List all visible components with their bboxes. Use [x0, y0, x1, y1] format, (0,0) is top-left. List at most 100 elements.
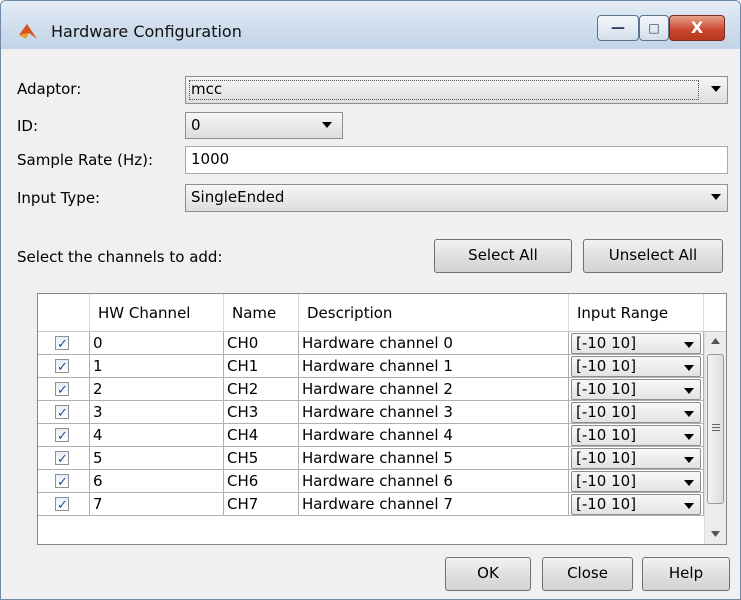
- adaptor-label: Adaptor:: [17, 80, 82, 98]
- select-cell[interactable]: ✓: [38, 332, 90, 355]
- name-cell[interactable]: CH2: [224, 378, 299, 401]
- chevron-down-icon: [711, 194, 721, 200]
- name-cell[interactable]: CH1: [224, 355, 299, 378]
- description-cell[interactable]: Hardware channel 7: [299, 493, 569, 516]
- adaptor-dropdown[interactable]: mcc: [185, 76, 728, 104]
- table-vertical-scrollbar[interactable]: [704, 332, 726, 544]
- focus-rectangle: [189, 80, 699, 100]
- row-checkbox[interactable]: ✓: [55, 451, 69, 467]
- column-header-name[interactable]: Name: [224, 294, 299, 332]
- name-cell[interactable]: CH3: [224, 401, 299, 424]
- table-row[interactable]: ✓ 2 CH2 Hardware channel 2 [-10 10]: [38, 378, 704, 401]
- grip-icon: [712, 424, 720, 431]
- input-range-dropdown[interactable]: [-10 10]: [571, 379, 701, 400]
- close-window-button[interactable]: X: [669, 15, 725, 41]
- row-checkbox[interactable]: ✓: [55, 382, 69, 398]
- input-range-dropdown[interactable]: [-10 10]: [571, 425, 701, 446]
- scrollbar-thumb[interactable]: [707, 354, 724, 504]
- help-button[interactable]: Help: [642, 557, 730, 591]
- input-range-dropdown[interactable]: [-10 10]: [571, 356, 701, 377]
- chevron-down-icon: [322, 122, 332, 128]
- row-checkbox[interactable]: ✓: [55, 474, 69, 490]
- select-cell[interactable]: ✓: [38, 401, 90, 424]
- check-icon: ✓: [57, 337, 68, 352]
- table-row[interactable]: ✓ 3 CH3 Hardware channel 3 [-10 10]: [38, 401, 704, 424]
- table-row[interactable]: ✓ 4 CH4 Hardware channel 4 [-10 10]: [38, 424, 704, 447]
- table-row[interactable]: ✓ 0 CH0 Hardware channel 0 [-10 10]: [38, 332, 704, 355]
- select-cell[interactable]: ✓: [38, 447, 90, 470]
- row-checkbox[interactable]: ✓: [55, 336, 69, 352]
- table-row[interactable]: ✓ 6 CH6 Hardware channel 6 [-10 10]: [38, 470, 704, 493]
- channel-table[interactable]: HW Channel Name Description Input Range …: [37, 293, 727, 545]
- id-dropdown[interactable]: 0: [185, 112, 343, 139]
- chevron-down-icon: [684, 434, 694, 440]
- header-filler: [704, 294, 726, 332]
- description-cell[interactable]: Hardware channel 3: [299, 401, 569, 424]
- select-cell[interactable]: ✓: [38, 470, 90, 493]
- description-cell[interactable]: Hardware channel 1: [299, 355, 569, 378]
- hw-channel-cell: 1: [90, 355, 224, 378]
- minimize-button[interactable]: —: [597, 15, 639, 41]
- scroll-up-icon[interactable]: [711, 338, 720, 344]
- column-header-description[interactable]: Description: [299, 294, 569, 332]
- check-icon: ✓: [57, 498, 68, 513]
- description-cell[interactable]: Hardware channel 0: [299, 332, 569, 355]
- title-bar[interactable]: Hardware Configuration — □ X: [1, 1, 740, 49]
- maximize-button[interactable]: □: [639, 15, 669, 41]
- sample-rate-input[interactable]: 1000: [185, 146, 728, 174]
- input-type-value: SingleEnded: [191, 188, 285, 206]
- input-range-dropdown[interactable]: [-10 10]: [571, 448, 701, 469]
- name-cell[interactable]: CH0: [224, 332, 299, 355]
- row-checkbox[interactable]: ✓: [55, 497, 69, 513]
- unselect-all-button[interactable]: Unselect All: [583, 239, 723, 273]
- description-cell[interactable]: Hardware channel 4: [299, 424, 569, 447]
- description-cell[interactable]: Hardware channel 6: [299, 470, 569, 493]
- check-icon: ✓: [57, 360, 68, 375]
- row-checkbox[interactable]: ✓: [55, 359, 69, 375]
- channels-prompt: Select the channels to add:: [17, 248, 223, 266]
- row-checkbox[interactable]: ✓: [55, 405, 69, 421]
- select-cell[interactable]: ✓: [38, 378, 90, 401]
- chevron-down-icon: [684, 365, 694, 371]
- close-button[interactable]: Close: [542, 557, 633, 591]
- ok-button[interactable]: OK: [445, 557, 531, 591]
- name-cell[interactable]: CH4: [224, 424, 299, 447]
- column-header-input-range[interactable]: Input Range: [569, 294, 704, 332]
- row-checkbox[interactable]: ✓: [55, 428, 69, 444]
- name-cell[interactable]: CH7: [224, 493, 299, 516]
- table-row[interactable]: ✓ 1 CH1 Hardware channel 1 [-10 10]: [38, 355, 704, 378]
- hardware-configuration-window: Hardware Configuration — □ X Adaptor: mc…: [0, 0, 741, 600]
- chevron-down-icon: [684, 342, 694, 348]
- check-icon: ✓: [57, 383, 68, 398]
- close-icon: X: [690, 18, 704, 37]
- column-header-select[interactable]: [38, 294, 90, 332]
- input-range-value: [-10 10]: [576, 380, 637, 398]
- select-all-button[interactable]: Select All: [434, 239, 572, 273]
- chevron-down-icon: [684, 503, 694, 509]
- window-title: Hardware Configuration: [51, 22, 242, 41]
- select-cell[interactable]: ✓: [38, 493, 90, 516]
- input-range-dropdown[interactable]: [-10 10]: [571, 494, 701, 515]
- input-range-dropdown[interactable]: [-10 10]: [571, 402, 701, 423]
- input-type-label: Input Type:: [17, 189, 101, 207]
- input-range-value: [-10 10]: [576, 403, 637, 421]
- scroll-down-icon[interactable]: [711, 531, 720, 537]
- hw-channel-cell: 6: [90, 470, 224, 493]
- input-range-dropdown[interactable]: [-10 10]: [571, 471, 701, 492]
- column-header-hw-channel[interactable]: HW Channel: [90, 294, 224, 332]
- select-cell[interactable]: ✓: [38, 355, 90, 378]
- select-cell[interactable]: ✓: [38, 424, 90, 447]
- chevron-down-icon: [684, 388, 694, 394]
- table-row[interactable]: ✓ 7 CH7 Hardware channel 7 [-10 10]: [38, 493, 704, 516]
- input-range-value: [-10 10]: [576, 495, 637, 513]
- input-type-dropdown[interactable]: SingleEnded: [185, 184, 728, 212]
- hw-channel-cell: 4: [90, 424, 224, 447]
- input-range-dropdown[interactable]: [-10 10]: [571, 333, 701, 354]
- table-row[interactable]: ✓ 5 CH5 Hardware channel 5 [-10 10]: [38, 447, 704, 470]
- name-cell[interactable]: CH6: [224, 470, 299, 493]
- name-cell[interactable]: CH5: [224, 447, 299, 470]
- input-range-value: [-10 10]: [576, 334, 637, 352]
- description-cell[interactable]: Hardware channel 5: [299, 447, 569, 470]
- chevron-down-icon: [684, 411, 694, 417]
- description-cell[interactable]: Hardware channel 2: [299, 378, 569, 401]
